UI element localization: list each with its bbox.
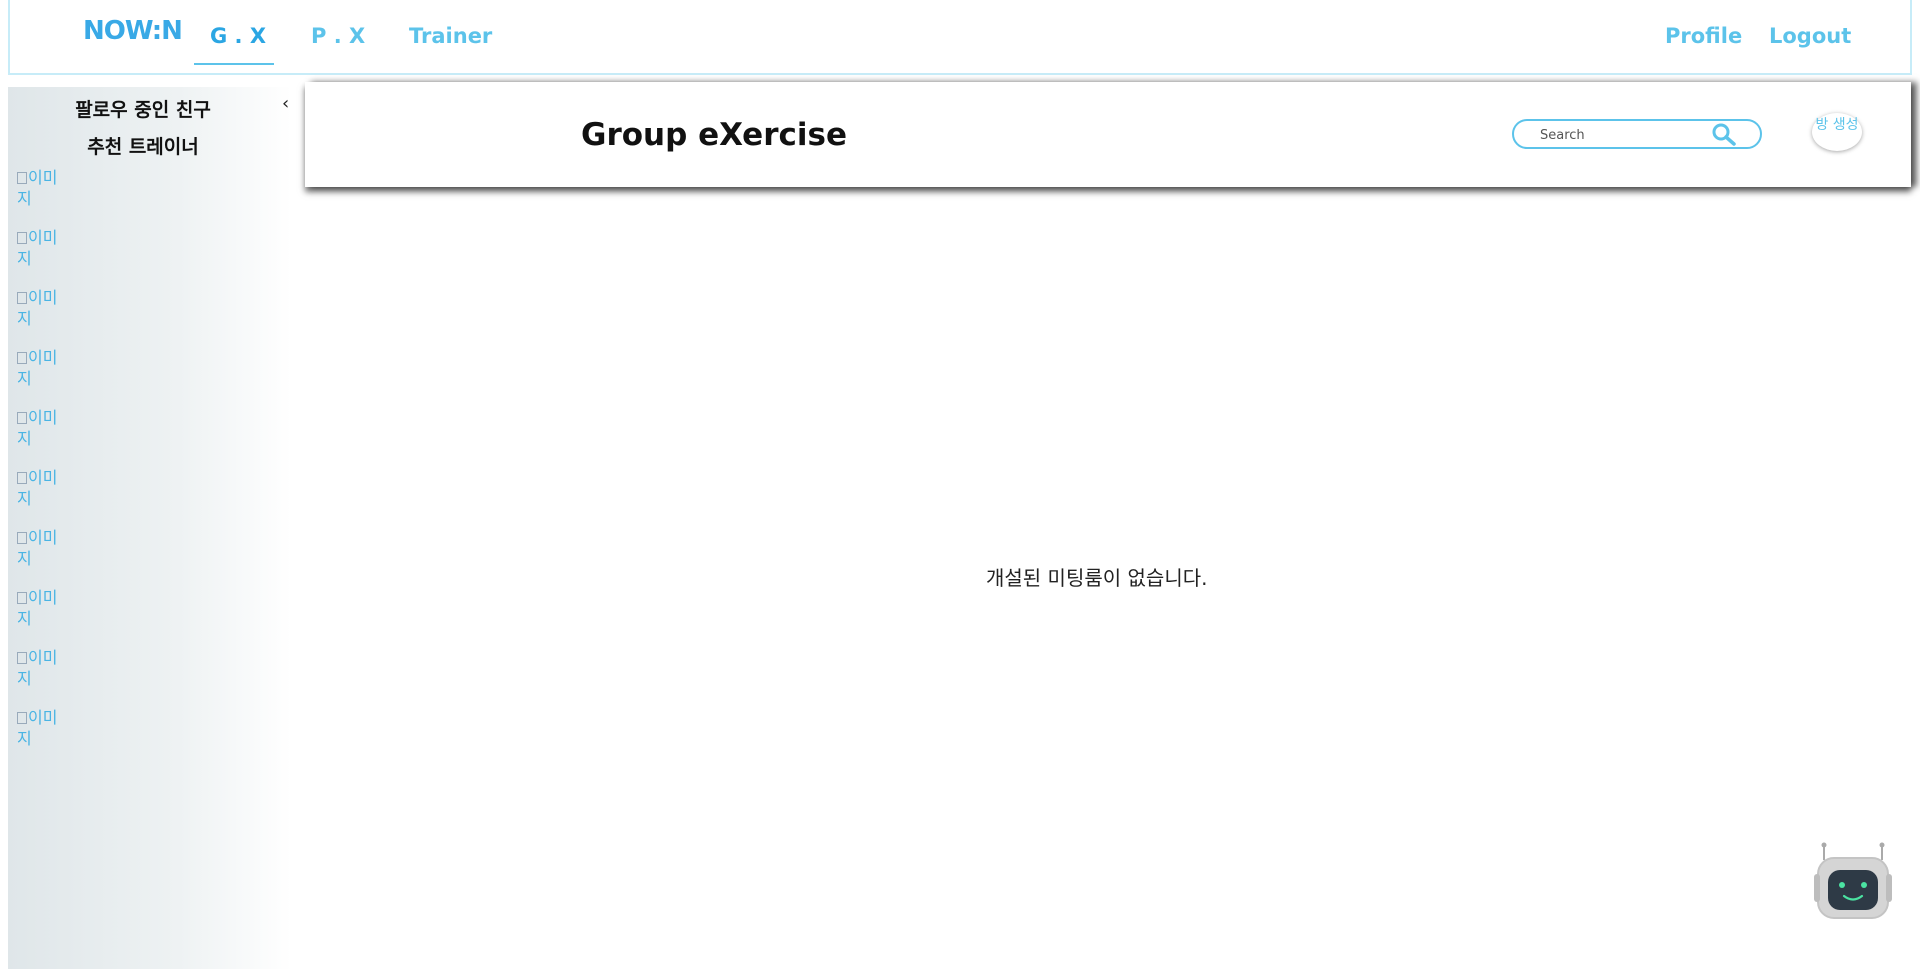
broken-image-icon [17,172,27,184]
trainer-image[interactable]: 이미지 [17,707,69,767]
header-panel: Group eXercise 방 생성 [305,82,1911,187]
top-navbar: NOW:N G . X P . X Trainer Profile Logout [8,0,1912,75]
broken-image-icon [17,232,27,244]
sidebar: 팔로우 중인 친구 추천 트레이너 ‹ 이미지 이미지 이미지 이미지 이미지 이미지 이미… [8,87,292,969]
search-input[interactable] [1538,124,1712,146]
broken-image-icon [17,352,27,364]
recommended-trainers-heading: 추천 트레이너 [87,136,199,158]
trainer-image[interactable]: 이미지 [17,287,69,347]
trainer-image[interactable]: 이미지 [17,167,69,227]
nav-tab-gx[interactable]: G . X [210,24,266,48]
broken-image-icon [17,652,27,664]
chevron-left-icon[interactable]: ‹ [282,93,289,114]
broken-image-icon [17,412,27,424]
broken-image-icon [17,592,27,604]
trainer-image[interactable]: 이미지 [17,467,69,527]
trainer-image[interactable]: 이미지 [17,587,69,647]
nav-tab-trainer[interactable]: Trainer [409,24,492,48]
trainer-image[interactable]: 이미지 [17,347,69,407]
trainer-image[interactable]: 이미지 [17,227,69,287]
empty-rooms-message: 개설된 미팅룸이 없습니다. [986,566,1208,590]
page-title: Group eXercise [581,117,847,153]
trainer-image[interactable]: 이미지 [17,647,69,707]
search-icon[interactable] [1711,122,1737,150]
following-friends-heading: 팔로우 중인 친구 [75,99,211,121]
broken-image-icon [17,532,27,544]
logo[interactable]: NOW:N [83,16,183,46]
search-box [1512,119,1762,149]
trainer-image-list: 이미지 이미지 이미지 이미지 이미지 이미지 이미지 이미지 이미지 이미지 [17,167,69,767]
broken-image-icon [17,712,27,724]
nav-tab-px[interactable]: P . X [311,24,365,48]
trainer-image[interactable]: 이미지 [17,527,69,587]
nav-link-logout[interactable]: Logout [1769,24,1851,48]
broken-image-icon [17,472,27,484]
trainer-image[interactable]: 이미지 [17,407,69,467]
active-tab-indicator [194,63,274,65]
robot-icon[interactable] [1812,840,1894,925]
create-room-button[interactable]: 방 생성 [1812,113,1862,151]
nav-link-profile[interactable]: Profile [1665,24,1742,48]
broken-image-icon [17,292,27,304]
